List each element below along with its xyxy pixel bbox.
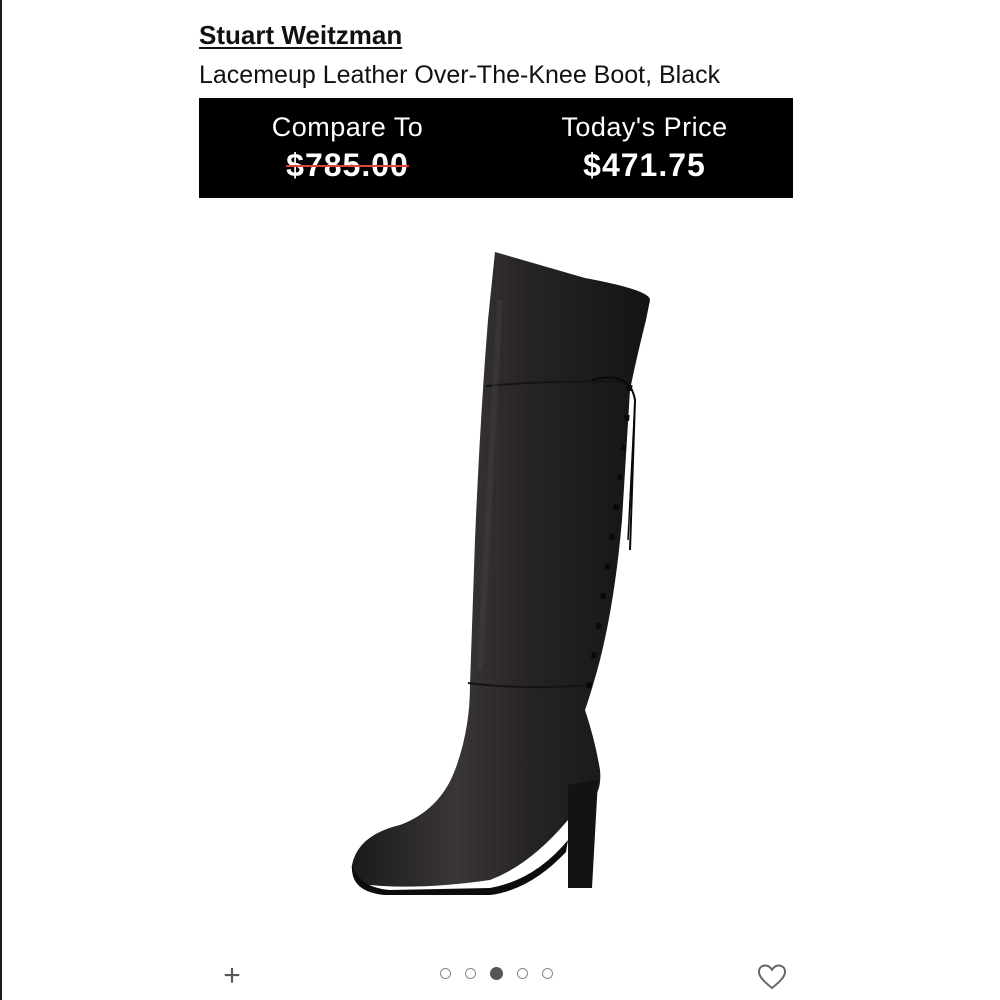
today-price-block: Today's Price $471.75	[496, 110, 793, 186]
plus-icon[interactable]: +	[219, 961, 245, 991]
product-image[interactable]	[330, 240, 690, 900]
compare-price: $785.00	[286, 147, 409, 183]
compare-price-block: Compare To $785.00	[199, 110, 496, 186]
carousel-dot[interactable]	[517, 968, 528, 979]
brand-link[interactable]: Stuart Weitzman	[199, 20, 402, 51]
frame-border	[0, 0, 2, 1000]
today-label: Today's Price	[561, 112, 728, 142]
compare-label: Compare To	[271, 112, 424, 142]
heart-icon[interactable]	[757, 963, 787, 991]
product-title: Lacemeup Leather Over-The-Knee Boot, Bla…	[199, 61, 721, 89]
carousel-dot[interactable]	[542, 968, 553, 979]
carousel-dot[interactable]	[440, 968, 451, 979]
carousel-dots	[440, 967, 553, 984]
price-banner: Compare To $785.00 Today's Price $471.75	[199, 98, 793, 198]
carousel-dot[interactable]	[465, 968, 476, 979]
bottom-bar: +	[0, 955, 1000, 1000]
carousel-dot-active[interactable]	[490, 967, 503, 980]
today-price: $471.75	[583, 147, 706, 183]
